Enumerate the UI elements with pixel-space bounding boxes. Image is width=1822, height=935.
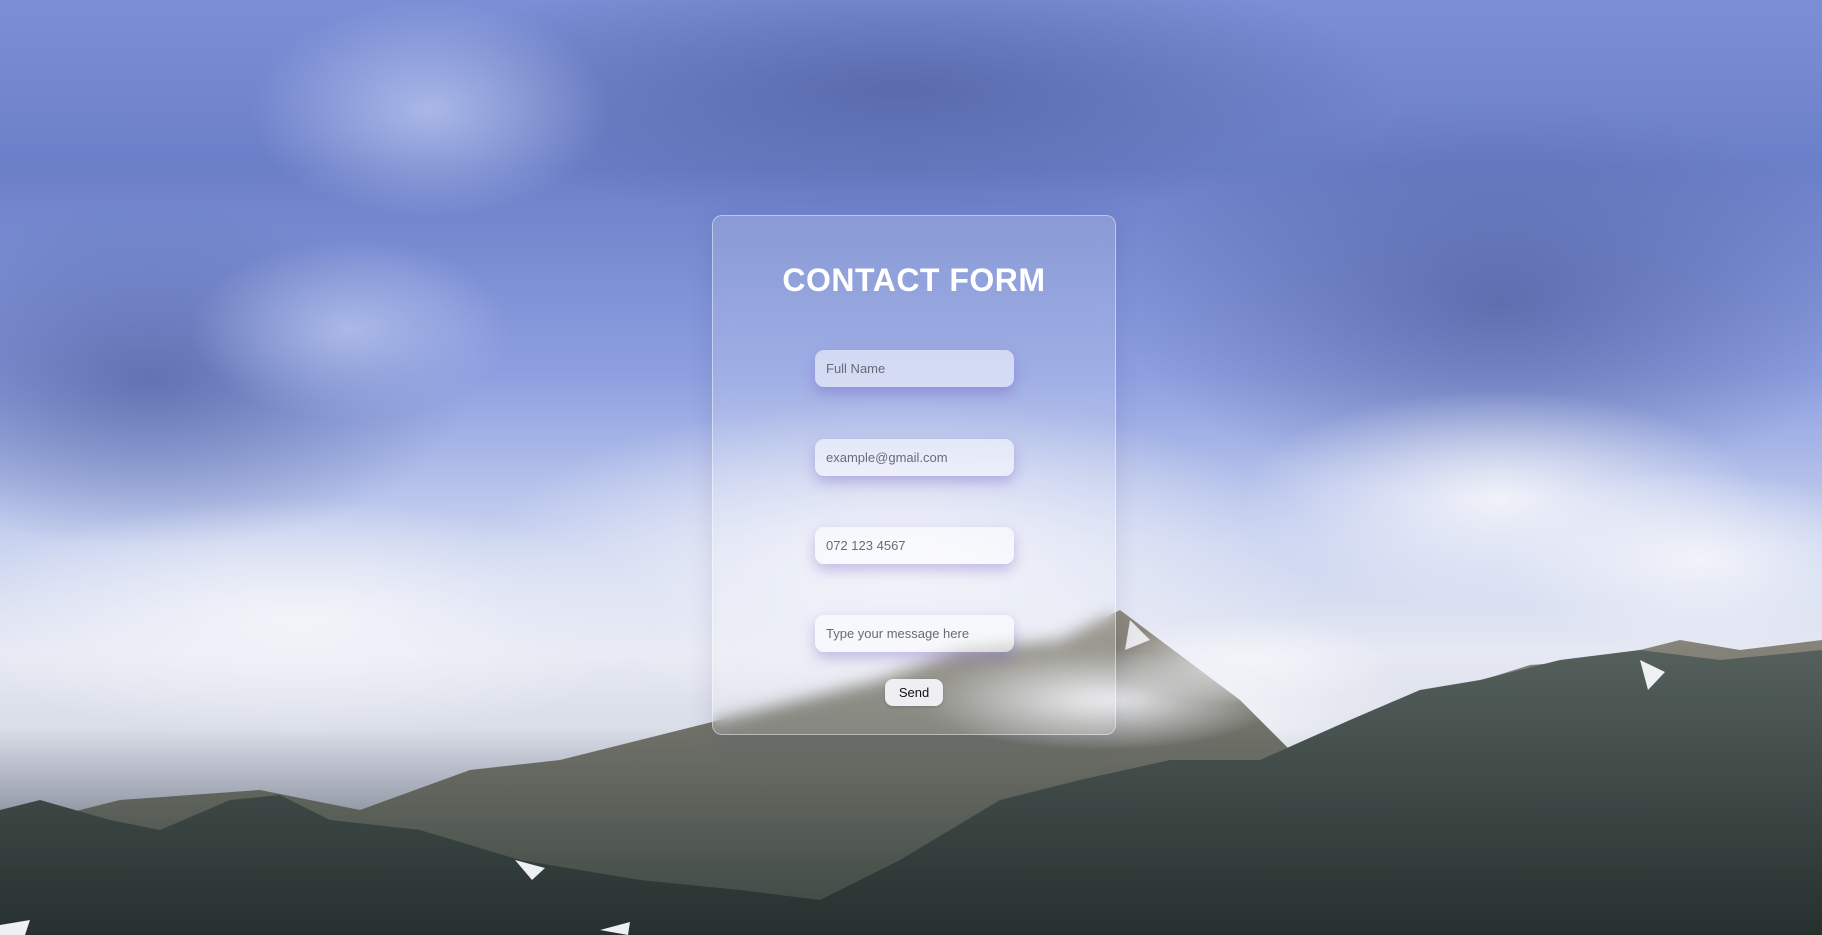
- email-input[interactable]: [815, 439, 1014, 476]
- contact-form-card: CONTACT FORM Send: [712, 215, 1116, 735]
- send-button[interactable]: Send: [885, 679, 943, 706]
- phone-input[interactable]: [815, 527, 1014, 564]
- message-input[interactable]: [815, 615, 1014, 652]
- form-title: CONTACT FORM: [782, 262, 1046, 298]
- full-name-input[interactable]: [815, 350, 1014, 387]
